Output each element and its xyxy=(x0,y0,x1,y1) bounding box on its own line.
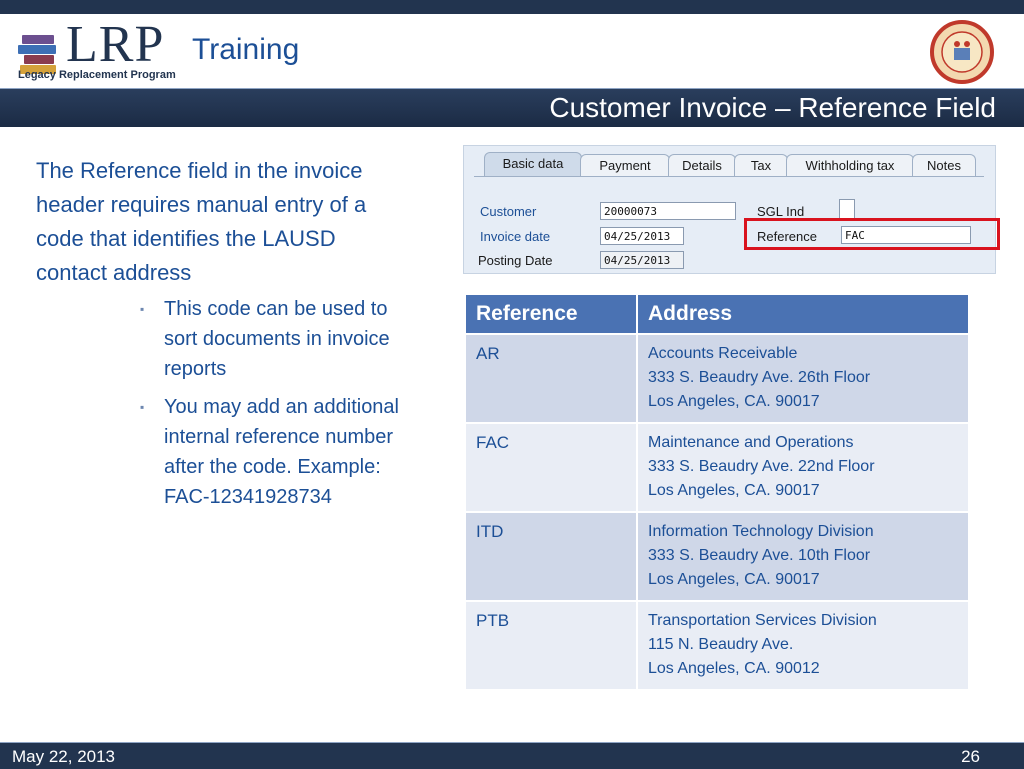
invoice-date-field[interactable]: 04/25/2013 xyxy=(600,227,684,245)
slide-title: Customer Invoice – Reference Field xyxy=(549,92,996,123)
tab-withholding-tax[interactable]: Withholding tax xyxy=(786,154,914,177)
logo-lrp: LRP xyxy=(66,16,165,73)
bullet-item: ▪ You may add an additional internal refe… xyxy=(140,392,426,512)
column-header-reference: Reference xyxy=(466,295,638,335)
title-bar: Customer Invoice – Reference Field xyxy=(0,88,1024,127)
reference-code: AR xyxy=(466,334,638,424)
logo-subtitle: Legacy Replacement Program xyxy=(18,69,176,81)
invoice-date-label: Invoice date xyxy=(480,229,551,244)
address-cell: Information Technology Division 333 S. Be… xyxy=(637,512,970,602)
training-label: Training xyxy=(192,33,300,66)
body-text: The Reference field in the invoice heade… xyxy=(36,154,436,520)
top-bar xyxy=(0,0,1024,14)
posting-date-label: Posting Date xyxy=(478,253,553,268)
tab-notes[interactable]: Notes xyxy=(912,154,976,177)
table-row: FAC Maintenance and Operations 333 S. Bea… xyxy=(466,423,970,513)
tab-payment[interactable]: Payment xyxy=(580,154,670,177)
address-cell: Accounts Receivable 333 S. Beaudry Ave. 2… xyxy=(637,334,970,424)
tab-basic-data[interactable]: Basic data xyxy=(484,152,582,177)
sgl-ind-field[interactable] xyxy=(839,199,855,219)
customer-label: Customer xyxy=(480,204,537,219)
reference-code: PTB xyxy=(466,601,638,691)
tab-details[interactable]: Details xyxy=(668,154,736,177)
slide-footer: May 22, 2013 26 xyxy=(0,742,1024,769)
sap-invoice-panel: Basic data Payment Details Tax Withholdi… xyxy=(463,145,1000,274)
slide-header: LRP Legacy Replacement Program Training xyxy=(0,14,1024,88)
bullet-item: ▪ This code can be used to sort documents… xyxy=(140,294,426,384)
address-cell: Maintenance and Operations 333 S. Beaudry… xyxy=(637,423,970,513)
reference-highlight-box xyxy=(744,218,1000,250)
bullet-square-icon: ▪ xyxy=(140,302,145,316)
table-row: AR Accounts Receivable 333 S. Beaudry Ave… xyxy=(466,334,970,424)
tab-tax[interactable]: Tax xyxy=(734,154,788,177)
bullet-list: ▪ This code can be used to sort documents… xyxy=(36,294,436,512)
column-header-address: Address xyxy=(637,295,970,335)
table-row: PTB Transportation Services Division 115 … xyxy=(466,601,970,691)
table-header-row: Reference Address xyxy=(466,295,970,335)
reference-address-table: Reference Address AR Accounts Receivable… xyxy=(466,295,970,691)
customer-field[interactable]: 20000073 xyxy=(600,202,736,220)
reference-code: ITD xyxy=(466,512,638,602)
logo-books-icon xyxy=(18,31,62,74)
sgl-ind-label: SGL Ind xyxy=(757,204,805,219)
page-number: 26 xyxy=(961,747,980,766)
posting-date-field[interactable]: 04/25/2013 xyxy=(600,251,684,269)
main-paragraph: The Reference field in the invoice heade… xyxy=(36,158,367,285)
footer-date: May 22, 2013 xyxy=(12,747,116,766)
table-row: ITD Information Technology Division 333 S… xyxy=(466,512,970,602)
reference-code: FAC xyxy=(466,423,638,513)
tab-divider xyxy=(474,176,984,177)
lausd-seal-icon xyxy=(930,20,994,84)
bullet-square-icon: ▪ xyxy=(140,400,145,414)
address-cell: Transportation Services Division 115 N. B… xyxy=(637,601,970,691)
